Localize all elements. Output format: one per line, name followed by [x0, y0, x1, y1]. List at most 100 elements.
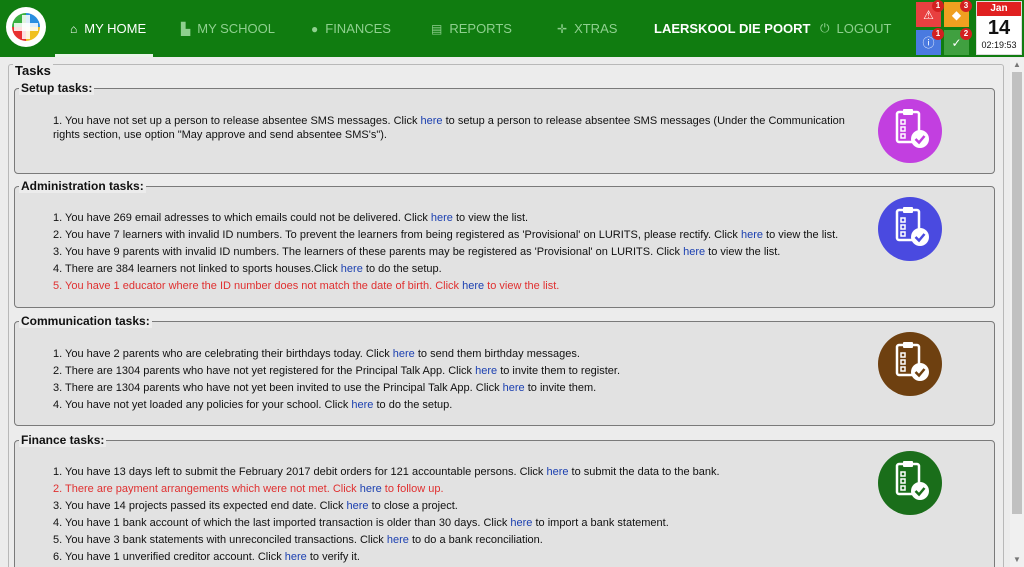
nav-my-school-label: MY SCHOOL	[197, 21, 276, 36]
task-text: to follow up.	[381, 483, 444, 495]
task-link[interactable]: here	[683, 246, 705, 258]
info-alert[interactable]: ⓘ 1	[916, 28, 944, 55]
task-link[interactable]: here	[393, 348, 415, 360]
task-text: 2. There are 1304 parents who have not y…	[53, 365, 476, 377]
crosshair-icon: ✛	[557, 21, 568, 36]
task-text: to import a bank statement.	[532, 517, 669, 529]
task-link[interactable]: here	[285, 551, 307, 563]
section-title: Setup tasks:	[19, 81, 95, 95]
nav-my-home-label: MY HOME	[84, 21, 147, 36]
task-item: 4. You have not yet loaded any policies …	[53, 398, 452, 412]
warning-alert[interactable]: ⚠ 1	[916, 0, 944, 27]
report-icon: ▤	[431, 21, 443, 36]
task-link[interactable]: here	[341, 263, 363, 275]
date-time-widget: Jan 14 02:19:53	[976, 1, 1022, 55]
scroll-thumb[interactable]	[1012, 72, 1022, 514]
active-nav-indicator	[55, 54, 153, 57]
task-text: 3. You have 14 projects passed its expec…	[53, 500, 347, 512]
clock-time: 02:19:53	[981, 40, 1017, 50]
task-item: 3. There are 1304 parents who have not y…	[53, 381, 596, 395]
nav-finances[interactable]: ● FINANCES	[311, 0, 391, 57]
calendar-month: Jan	[977, 2, 1021, 16]
nav-xtras-label: XTRAS	[574, 21, 618, 36]
nav-my-home[interactable]: ⌂ MY HOME	[70, 0, 146, 57]
task-link[interactable]: here	[431, 212, 453, 224]
calendar-day: 14	[987, 17, 1011, 39]
section-title: Communication tasks:	[19, 314, 152, 328]
diamond-alert-icon: ◆	[951, 7, 962, 22]
task-text: 4. You have 1 bank account of which the …	[53, 517, 511, 529]
notice-alert[interactable]: ◆ 3	[944, 0, 972, 27]
task-link[interactable]: here	[360, 483, 382, 495]
power-icon: ⏻	[820, 21, 830, 35]
task-link[interactable]: here	[741, 229, 763, 241]
nav-finances-label: FINANCES	[325, 21, 391, 36]
school-name-label: LAERSKOOL DIE POORT	[654, 21, 811, 36]
task-item-urgent: 2. There are payment arrangements which …	[53, 482, 444, 496]
task-item: 2. There are 1304 parents who have not y…	[53, 364, 620, 378]
task-link[interactable]: here	[475, 365, 497, 377]
task-link[interactable]: here	[510, 517, 532, 529]
task-link[interactable]: here	[347, 500, 369, 512]
task-item: 5. You have 3 bank statements with unrec…	[53, 533, 543, 547]
money-bag-icon: ●	[311, 21, 319, 36]
checklist-icon	[878, 332, 942, 396]
nav-reports-label: REPORTS	[449, 21, 512, 36]
info-count-badge: 1	[932, 28, 944, 40]
nav-logout[interactable]: ⏻ LOGOUT	[820, 0, 891, 57]
task-text: to send them birthday messages.	[414, 348, 580, 360]
task-item: 1. You have 2 parents who are celebratin…	[53, 347, 580, 361]
nav-my-school[interactable]: ▙ MY SCHOOL	[181, 0, 275, 57]
task-link[interactable]: here	[387, 534, 409, 546]
task-text: to view the list.	[452, 212, 529, 224]
task-item: 1. You have 13 days left to submit the F…	[53, 465, 720, 479]
task-item: 4. You have 1 bank account of which the …	[53, 516, 669, 530]
task-text: 4. There are 384 learners not linked to …	[53, 263, 341, 275]
scroll-down-arrow-icon[interactable]: ▼	[1010, 553, 1024, 567]
task-item: 2. You have 7 learners with invalid ID n…	[53, 228, 838, 242]
nav-reports[interactable]: ▤ REPORTS	[431, 0, 512, 57]
vertical-scrollbar[interactable]: ▲ ▼	[1010, 58, 1024, 567]
task-link[interactable]: here	[351, 399, 373, 411]
task-text: to do a bank reconciliation.	[408, 534, 543, 546]
communication-tasks-section: Communication tasks: 1. You have 2 paren…	[14, 314, 995, 426]
app-logo[interactable]	[6, 7, 46, 47]
check-alert[interactable]: ✓ 2	[944, 28, 972, 55]
task-item: 6. You have 1 unverified creditor accoun…	[53, 550, 360, 564]
home-icon: ⌂	[70, 21, 78, 36]
task-text: to view the list.	[705, 246, 781, 258]
task-text: 1. You have not set up a person to relea…	[53, 115, 421, 127]
task-text: to view the list.	[763, 229, 839, 241]
nav-logout-label: LOGOUT	[836, 21, 892, 36]
task-link[interactable]: here	[503, 382, 525, 394]
task-text: 3. You have 9 parents with invalid ID nu…	[53, 246, 684, 258]
scroll-up-arrow-icon[interactable]: ▲	[1010, 58, 1024, 72]
task-item-urgent: 5. You have 1 educator where the ID numb…	[53, 279, 559, 293]
task-text: to do the setup.	[362, 263, 442, 275]
administration-tasks-section: Administration tasks: 1. You have 269 em…	[14, 179, 995, 308]
task-link[interactable]: here	[546, 466, 568, 478]
task-text: 5. You have 3 bank statements with unrec…	[53, 534, 387, 546]
task-link[interactable]: here	[462, 280, 484, 292]
task-text: 2. You have 7 learners with invalid ID n…	[53, 229, 741, 241]
warning-count-badge: 1	[932, 0, 944, 12]
task-item: 3. You have 9 parents with invalid ID nu…	[53, 245, 780, 259]
tasks-title: Tasks	[13, 63, 53, 78]
logo-icon	[12, 13, 40, 41]
task-item: 1. You have not set up a person to relea…	[53, 114, 873, 142]
checklist-icon	[878, 197, 942, 261]
check-circle-icon: ✓	[951, 35, 962, 50]
setup-tasks-section: Setup tasks: 1. You have not set up a pe…	[14, 81, 995, 174]
task-text: 1. You have 13 days left to submit the F…	[53, 466, 547, 478]
task-text: 6. You have 1 unverified creditor accoun…	[53, 551, 285, 563]
task-text: 1. You have 269 email adresses to which …	[53, 212, 431, 224]
task-item: 3. You have 14 projects passed its expec…	[53, 499, 458, 513]
school-name: LAERSKOOL DIE POORT	[654, 0, 811, 57]
nav-xtras[interactable]: ✛ XTRAS	[557, 0, 617, 57]
task-text: to invite them.	[524, 382, 597, 394]
task-text: to invite them to register.	[497, 365, 621, 377]
school-icon: ▙	[181, 21, 191, 36]
task-link[interactable]: here	[421, 115, 443, 127]
section-title: Finance tasks:	[19, 433, 107, 447]
task-text: to verify it.	[306, 551, 360, 563]
